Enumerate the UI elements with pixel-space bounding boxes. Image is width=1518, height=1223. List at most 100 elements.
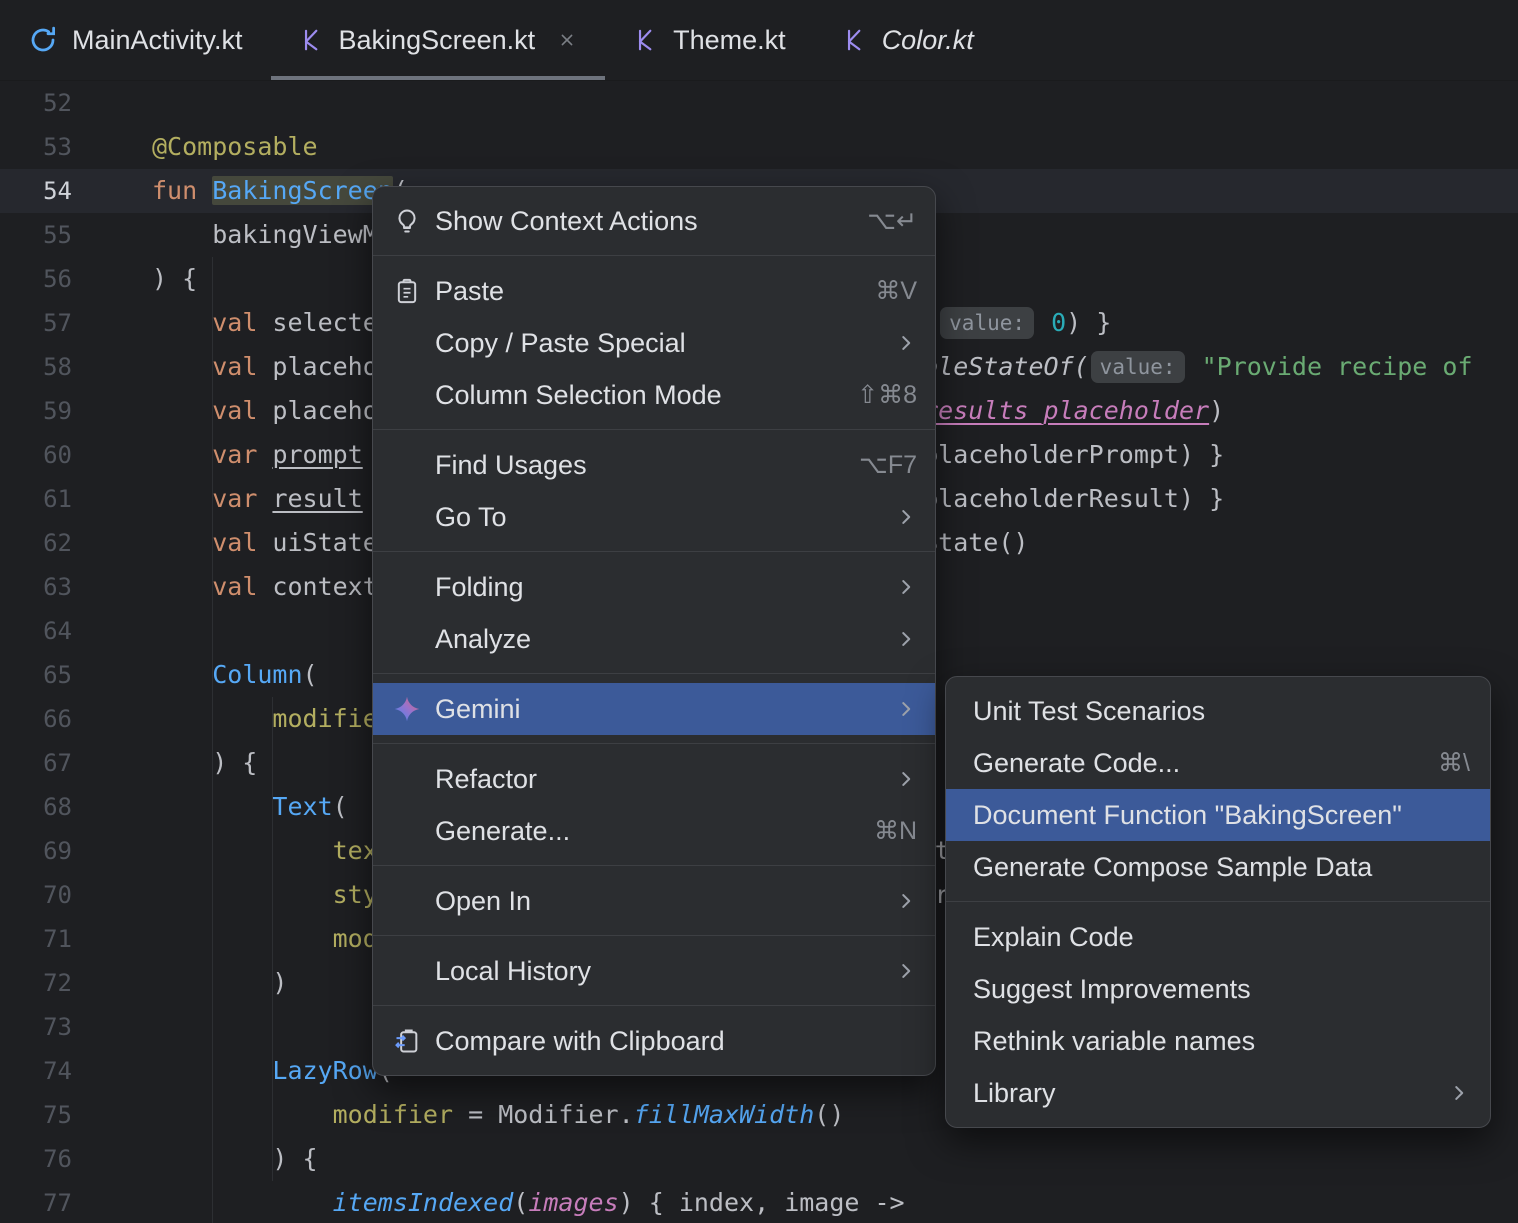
tab-bar: MainActivity.kt BakingScreen.kt Theme.kt Co…: [0, 0, 1518, 81]
code-line-77[interactable]: 77 itemsIndexed(images) { index, image -…: [0, 1181, 1518, 1223]
line-number[interactable]: 63: [0, 565, 110, 609]
menu-item-show-context-actions[interactable]: Show Context Actions ⌥↵: [373, 195, 935, 247]
line-number[interactable]: 62: [0, 521, 110, 565]
chevron-right-icon: [895, 506, 917, 528]
line-number[interactable]: 76: [0, 1137, 110, 1181]
menu-separator: [373, 1005, 935, 1006]
line-number[interactable]: 75: [0, 1093, 110, 1137]
line-number[interactable]: 60: [0, 433, 110, 477]
line-number[interactable]: 64: [0, 609, 110, 653]
line-number[interactable]: 73: [0, 1005, 110, 1049]
menu-item-label: Find Usages: [435, 449, 587, 480]
line-number[interactable]: 58: [0, 345, 110, 389]
menu-separator: [373, 865, 935, 866]
line-number[interactable]: 54: [0, 169, 110, 213]
menu-item-document-function-bakingscreen[interactable]: Document Function "BakingScreen": [946, 789, 1490, 841]
menu-item-generate-compose-sample-data[interactable]: Generate Compose Sample Data: [946, 841, 1490, 893]
menu-item-folding[interactable]: Folding: [373, 561, 935, 613]
code-text-continuation: f(placeholderPrompt) }: [893, 440, 1225, 469]
line-number[interactable]: 74: [0, 1049, 110, 1093]
menu-item-find-usages[interactable]: Find Usages ⌥F7: [373, 439, 935, 491]
menu-icon-slot: [393, 381, 421, 409]
gemini-spark-icon: [393, 695, 421, 723]
line-number[interactable]: 77: [0, 1181, 110, 1223]
menu-item-rethink-variable-names[interactable]: Rethink variable names: [946, 1015, 1490, 1067]
menu-icon-slot: [393, 765, 421, 793]
menu-item-label: Show Context Actions: [435, 205, 698, 236]
menu-item-analyze[interactable]: Analyze: [373, 613, 935, 665]
tab-mainactivity-kt[interactable]: MainActivity.kt: [0, 0, 271, 80]
menu-item-gemini[interactable]: Gemini: [373, 683, 935, 735]
line-number[interactable]: 71: [0, 917, 110, 961]
code-text: ) {: [152, 1144, 318, 1173]
menu-item-label: Explain Code: [973, 921, 1134, 952]
line-number[interactable]: 68: [0, 785, 110, 829]
clipboard-icon: [393, 277, 421, 305]
menu-shortcut: ⌥F7: [859, 451, 917, 479]
menu-item-paste[interactable]: Paste ⌘V: [373, 265, 935, 317]
code-line-76[interactable]: 76 ) {: [0, 1137, 1518, 1181]
kotlin-main-icon: [28, 25, 58, 55]
line-number[interactable]: 69: [0, 829, 110, 873]
menu-item-label: Rethink variable names: [973, 1025, 1256, 1056]
menu-item-generate-code[interactable]: Generate Code... ⌘\: [946, 737, 1490, 789]
line-number[interactable]: 53: [0, 125, 110, 169]
menu-icon-slot: [393, 503, 421, 531]
menu-item-local-history[interactable]: Local History: [373, 945, 935, 997]
menu-icon-slot: [393, 451, 421, 479]
ide-window: MainActivity.kt BakingScreen.kt Theme.kt Co…: [0, 0, 1518, 1223]
menu-item-unit-test-scenarios[interactable]: Unit Test Scenarios: [946, 685, 1490, 737]
menu-item-explain-code[interactable]: Explain Code: [946, 911, 1490, 963]
line-number[interactable]: 56: [0, 257, 110, 301]
line-number[interactable]: 52: [0, 81, 110, 125]
menu-icon-slot: [393, 817, 421, 845]
menu-item-label: Refactor: [435, 763, 538, 794]
menu-separator: [946, 901, 1490, 902]
menu-item-generate[interactable]: Generate... ⌘N: [373, 805, 935, 857]
tab-color-kt[interactable]: Color.kt: [814, 0, 1002, 80]
line-number[interactable]: 55: [0, 213, 110, 257]
tab-theme-kt[interactable]: Theme.kt: [605, 0, 814, 80]
line-number[interactable]: 59: [0, 389, 110, 433]
line-number[interactable]: 65: [0, 653, 110, 697]
code-line-52[interactable]: 52: [0, 81, 1518, 125]
menu-item-compare-with-clipboard[interactable]: Compare with Clipboard: [373, 1015, 935, 1067]
menu-item-label: Library: [973, 1077, 1056, 1108]
menu-item-column-selection-mode[interactable]: Column Selection Mode ⇧⌘8: [373, 369, 935, 421]
compare-clipboard-icon: [393, 1027, 421, 1055]
menu-item-open-in[interactable]: Open In: [373, 875, 935, 927]
menu-item-suggest-improvements[interactable]: Suggest Improvements: [946, 963, 1490, 1015]
menu-item-label: Generate Compose Sample Data: [973, 851, 1373, 882]
code-line-53[interactable]: 53 @Composable: [0, 125, 1518, 169]
context-menu: Show Context Actions ⌥↵ Paste ⌘V Copy / Past…: [372, 186, 936, 1076]
close-icon[interactable]: [557, 30, 577, 50]
code-text: @Composable: [152, 132, 318, 161]
menu-shortcut: ⌥↵: [867, 207, 917, 235]
menu-item-go-to[interactable]: Go To: [373, 491, 935, 543]
line-number[interactable]: 61: [0, 477, 110, 521]
tab-bakingscreen-kt[interactable]: BakingScreen.kt: [270, 0, 606, 80]
menu-separator: [373, 743, 935, 744]
line-number[interactable]: 66: [0, 697, 110, 741]
code-text-continuation: f(placeholderResult) }: [893, 484, 1225, 513]
line-number[interactable]: 67: [0, 741, 110, 785]
menu-item-label: Copy / Paste Special: [435, 327, 686, 358]
chevron-right-icon: [895, 332, 917, 354]
chevron-right-icon: [895, 628, 917, 650]
menu-item-label: Suggest Improvements: [973, 973, 1251, 1004]
kotlin-icon: [299, 27, 325, 53]
line-number[interactable]: 57: [0, 301, 110, 345]
chevron-right-icon: [895, 768, 917, 790]
menu-icon-slot: [393, 957, 421, 985]
chevron-right-icon: [895, 960, 917, 982]
menu-item-copy-paste-special[interactable]: Copy / Paste Special: [373, 317, 935, 369]
menu-icon-slot: [393, 329, 421, 357]
menu-shortcut: ⌘\: [1438, 749, 1470, 777]
menu-item-refactor[interactable]: Refactor: [373, 753, 935, 805]
line-number[interactable]: 72: [0, 961, 110, 1005]
menu-item-library[interactable]: Library: [946, 1067, 1490, 1119]
line-number[interactable]: 70: [0, 873, 110, 917]
chevron-right-icon: [895, 890, 917, 912]
menu-item-label: Gemini: [435, 693, 521, 724]
menu-icon-slot: [393, 887, 421, 915]
